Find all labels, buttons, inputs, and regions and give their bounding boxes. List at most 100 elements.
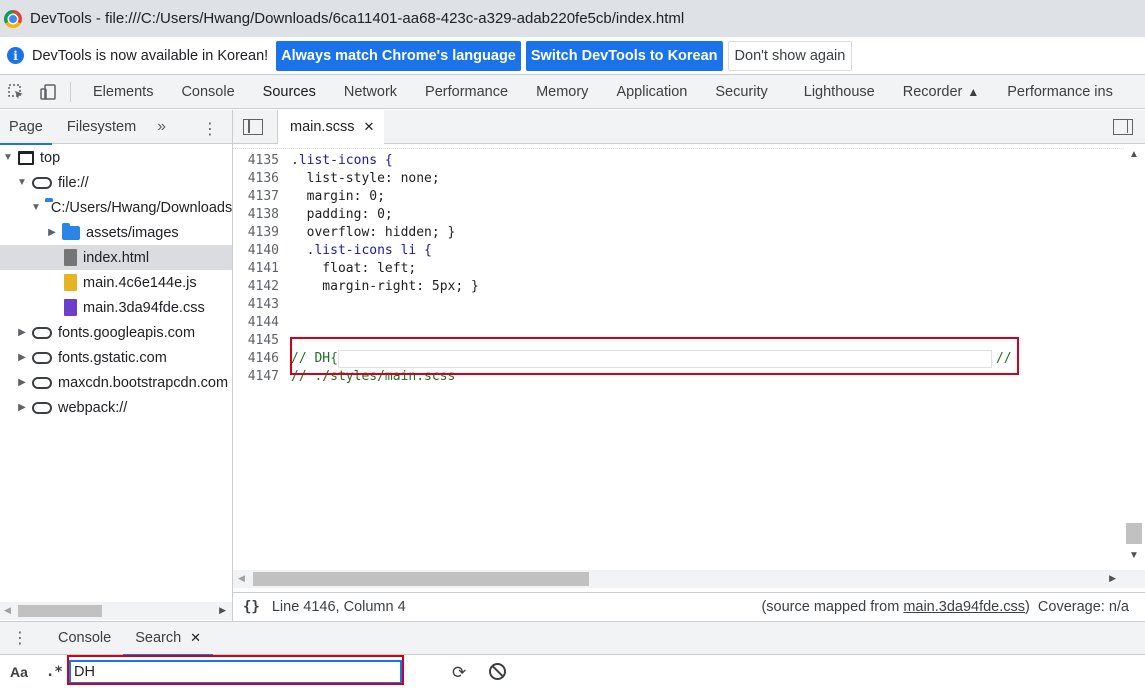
scroll-right-arrow-icon[interactable]: ▶ xyxy=(219,605,226,616)
expand-triangle-icon[interactable]: ▼ xyxy=(16,177,28,188)
refresh-icon[interactable]: ⟳ xyxy=(452,663,466,683)
close-tab-icon[interactable]: ✕ xyxy=(190,630,201,646)
code-line: 4135 .list-icons { xyxy=(233,152,1124,170)
device-toolbar-icon[interactable] xyxy=(32,76,64,108)
tab-recorder-label: Recorder xyxy=(902,83,963,100)
code-editor[interactable]: 4135 .list-icons { 4136 list-style: none… xyxy=(233,145,1124,570)
code-text: overflow: hidden; } xyxy=(291,225,456,240)
drawer-tabbar: ⋮ Console Search ✕ xyxy=(0,621,1145,656)
tab-performance-insights[interactable]: Performance ins xyxy=(993,75,1127,108)
line-number: 4137 xyxy=(247,189,279,204)
scroll-down-arrow-icon[interactable]: ▼ xyxy=(1129,550,1139,561)
collapse-triangle-icon[interactable]: ▶ xyxy=(46,227,58,238)
drawer-tab-search[interactable]: Search ✕ xyxy=(123,621,213,656)
cloud-icon xyxy=(32,326,52,339)
dont-show-again-button[interactable]: Don't show again xyxy=(727,40,853,71)
collapse-triangle-icon[interactable]: ▶ xyxy=(16,327,28,338)
scroll-right-arrow-icon[interactable]: ▶ xyxy=(1109,573,1116,584)
frame-icon xyxy=(18,150,34,165)
chrome-logo-icon xyxy=(4,9,22,28)
tab-network[interactable]: Network xyxy=(330,75,411,108)
scroll-left-arrow-icon[interactable]: ◀ xyxy=(238,573,245,584)
collapse-triangle-icon[interactable]: ▶ xyxy=(16,377,28,388)
cloud-icon xyxy=(32,176,52,189)
regex-toggle[interactable]: .* xyxy=(46,664,63,680)
scrollbar-thumb[interactable] xyxy=(253,572,589,586)
toggle-navigator-icon[interactable] xyxy=(243,118,263,135)
infobar-message: DevTools is now available in Korean! xyxy=(32,47,269,64)
tab-lighthouse[interactable]: Lighthouse xyxy=(790,75,889,108)
tree-item-label: fonts.gstatic.com xyxy=(58,349,167,366)
tab-memory[interactable]: Memory xyxy=(522,75,602,108)
navigator-menu-kebab-icon[interactable]: ⋮ xyxy=(202,119,218,139)
close-tab-icon[interactable]: ✕ xyxy=(363,119,374,135)
expand-triangle-icon[interactable]: ▼ xyxy=(31,202,41,213)
line-number: 4143 xyxy=(247,297,279,312)
editor-vertical-scrollbar[interactable]: ▲ ▼ xyxy=(1124,145,1145,570)
source-map-suffix: ) xyxy=(1025,599,1030,615)
tree-item-downloads-folder[interactable]: ▼ C:/Users/Hwang/Downloads/6ca11401-aa68… xyxy=(0,195,232,220)
code-line: 4145 xyxy=(233,332,1124,350)
folder-icon xyxy=(62,222,80,240)
toggle-debugger-icon[interactable] xyxy=(1113,119,1133,135)
navigator-horizontal-scrollbar[interactable]: ◀ ▶ xyxy=(0,602,232,620)
scrollbar-thumb[interactable] xyxy=(1126,523,1142,544)
source-map-link[interactable]: main.3da94fde.css xyxy=(903,599,1025,615)
always-match-language-button[interactable]: Always match Chrome's language xyxy=(276,40,521,71)
tree-item-assets-images[interactable]: ▶ assets/images xyxy=(0,220,232,245)
tree-item-fonts-gstatic[interactable]: ▶ fonts.gstatic.com xyxy=(0,345,232,370)
tree-item-webpack[interactable]: ▶ webpack:// xyxy=(0,395,232,420)
tree-item-main-css[interactable]: main.3da94fde.css xyxy=(0,295,232,320)
match-case-toggle[interactable]: Aa xyxy=(10,664,28,680)
line-number: 4147 xyxy=(247,369,279,384)
navigator-tab-filesystem[interactable]: Filesystem xyxy=(58,110,145,144)
drawer-tab-console[interactable]: Console xyxy=(46,621,123,655)
inspect-element-icon[interactable] xyxy=(0,76,32,108)
tree-item-file-origin[interactable]: ▼ file:// xyxy=(0,170,232,195)
more-tabs-chevron-icon[interactable]: » xyxy=(157,118,166,136)
comment-suffix: // xyxy=(995,351,1012,366)
editor-horizontal-scrollbar[interactable]: ◀ ▶ xyxy=(233,570,1124,588)
line-number: 4135 xyxy=(247,153,279,168)
scrollbar-thumb[interactable] xyxy=(18,605,102,617)
collapse-triangle-icon[interactable]: ▶ xyxy=(16,352,28,363)
code-line-current: 4146 // DH{// xyxy=(233,350,1124,368)
window-title: DevTools - file:///C:/Users/Hwang/Downlo… xyxy=(30,10,685,27)
tree-item-maxcdn[interactable]: ▶ maxcdn.bootstrapcdn.com xyxy=(0,370,232,395)
search-input[interactable] xyxy=(69,660,402,684)
switch-to-korean-button[interactable]: Switch DevTools to Korean xyxy=(525,40,723,71)
search-toolbar: Aa .* xyxy=(0,656,1145,688)
cloud-icon xyxy=(32,376,52,389)
flask-icon: ▲ xyxy=(967,84,980,99)
tab-sources[interactable]: Sources xyxy=(248,75,331,108)
drawer-menu-kebab-icon[interactable]: ⋮ xyxy=(12,628,28,648)
clear-search-icon[interactable] xyxy=(489,663,506,680)
tab-recorder[interactable]: Recorder ▲ xyxy=(889,75,994,108)
scroll-up-arrow-icon[interactable]: ▲ xyxy=(1129,149,1139,160)
code-text: // ./styles/main.scss xyxy=(291,369,456,384)
collapse-triangle-icon[interactable]: ▶ xyxy=(16,402,28,413)
scroll-left-arrow-icon[interactable]: ◀ xyxy=(4,605,11,616)
tree-item-top[interactable]: ▼ top xyxy=(0,145,232,170)
tab-elements[interactable]: Elements xyxy=(79,75,167,108)
tab-application[interactable]: Application xyxy=(602,75,701,108)
window-titlebar: DevTools - file:///C:/Users/Hwang/Downlo… xyxy=(0,0,1145,37)
pretty-print-icon[interactable]: {} xyxy=(243,599,260,615)
cursor-position: Line 4146, Column 4 xyxy=(271,599,406,615)
code-text: // DH{// xyxy=(279,350,1012,368)
tree-item-fonts-googleapis[interactable]: ▶ fonts.googleapis.com xyxy=(0,320,232,345)
editor-tab-main-scss[interactable]: main.scss ✕ xyxy=(277,109,385,144)
inline-edit-field[interactable] xyxy=(337,350,992,368)
line-number: 4144 xyxy=(247,315,279,330)
tab-performance[interactable]: Performance xyxy=(411,75,522,108)
drawer-tab-label: Search xyxy=(135,630,182,646)
devtools-main-tabbar: Elements Console Sources Network Perform… xyxy=(0,75,1145,109)
tree-item-main-js[interactable]: main.4c6e144e.js xyxy=(0,270,232,295)
expand-triangle-icon[interactable]: ▼ xyxy=(2,152,14,163)
language-infobar: i DevTools is now available in Korean! A… xyxy=(0,37,1145,75)
tab-security[interactable]: Security xyxy=(701,75,781,108)
code-line: 4141 float: left; xyxy=(233,260,1124,278)
tab-console[interactable]: Console xyxy=(167,75,248,108)
navigator-tab-page[interactable]: Page xyxy=(0,110,52,145)
tree-item-index-html[interactable]: index.html xyxy=(0,245,232,270)
